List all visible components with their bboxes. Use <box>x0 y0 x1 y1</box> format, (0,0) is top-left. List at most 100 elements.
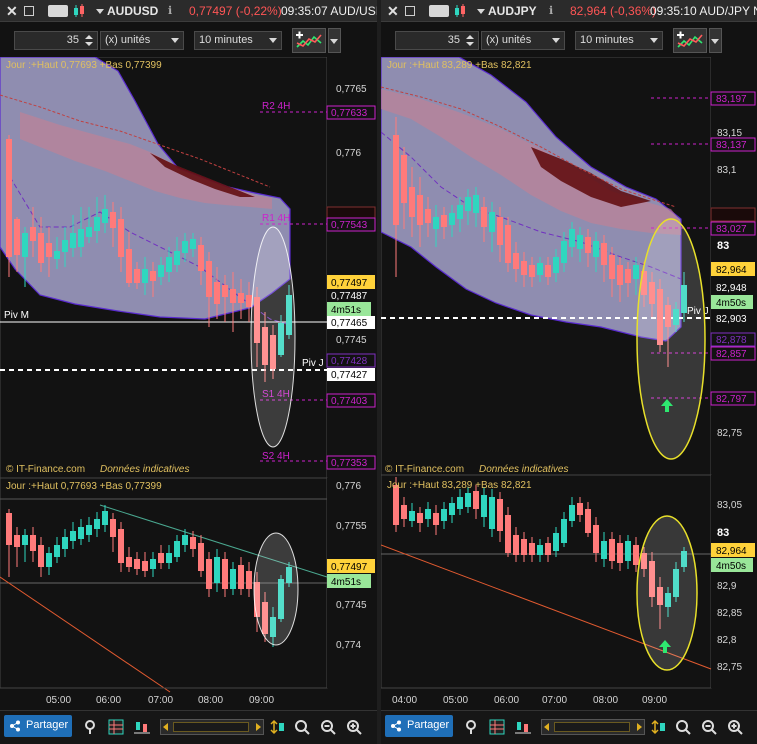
unit-select[interactable]: (x) unités <box>481 31 565 50</box>
watermark-note: Données indicatives <box>100 464 190 475</box>
time-axis[interactable]: 05:00 06:00 07:00 08:00 09:00 <box>46 695 274 706</box>
quantity-stepper[interactable]: 35 <box>395 31 479 50</box>
time-axis[interactable]: 04:00 05:00 06:00 07:00 08:00 09:00 <box>392 695 667 706</box>
svg-text:0,7765: 0,7765 <box>336 84 367 95</box>
share-button[interactable]: Partager <box>4 715 72 737</box>
scroll-thumb[interactable] <box>173 722 249 732</box>
scroll-right-icon[interactable] <box>637 723 642 731</box>
table-icon[interactable] <box>108 719 124 735</box>
zoom-fit-icon[interactable] <box>675 719 691 735</box>
svg-text:05:00: 05:00 <box>443 695 468 706</box>
indicators-button[interactable] <box>292 28 326 53</box>
indicators-dropdown[interactable] <box>328 28 341 53</box>
zoom-out-icon[interactable] <box>320 719 336 735</box>
chart-area[interactable]: Piv J 83,15 83,1 82,75 83 83,197 83,137 … <box>381 57 757 710</box>
pivot-j-text: 0,77427 <box>331 370 368 381</box>
candlestick-icon[interactable] <box>453 3 467 19</box>
maximize-icon[interactable] <box>24 6 34 16</box>
svg-text:0,7755: 0,7755 <box>336 521 367 532</box>
svg-text:06:00: 06:00 <box>494 695 519 706</box>
share-label: Partager <box>407 719 450 731</box>
pivot-j-text: 82,903 <box>716 314 747 325</box>
pivot-tag-r2-text: 0,77633 <box>331 108 368 119</box>
svg-text:08:00: 08:00 <box>198 695 223 706</box>
daily-legend-lower: Jour :+Haut 0,77693 +Bas 0,77399 <box>6 481 162 492</box>
cursor-mode-icon[interactable] <box>82 719 98 735</box>
svg-text:08:00: 08:00 <box>593 695 618 706</box>
chart-window-audjpy: ✕ AUDJPY ℹ 82,964 (-0,36%) 09:35:10 AUD/… <box>381 0 757 744</box>
pivot-label-r1: R1 4H <box>262 213 290 224</box>
spinner-arrows-icon[interactable] <box>464 33 476 48</box>
zoom-out-icon[interactable] <box>701 719 717 735</box>
interval-select[interactable]: 10 minutes <box>575 31 663 50</box>
pivot-label-s2: S2 4H <box>262 451 290 462</box>
keyboard-icon[interactable] <box>429 5 449 17</box>
chevron-down-icon <box>269 38 277 43</box>
last-price-text: 82,964 <box>716 265 747 276</box>
share-label: Partager <box>26 719 69 731</box>
maximize-icon[interactable] <box>405 6 415 16</box>
horizontal-scrollbar[interactable] <box>160 719 264 735</box>
indicators-dropdown[interactable] <box>709 28 722 53</box>
chevron-down-icon <box>552 38 560 43</box>
piv-j-label: Piv J <box>302 358 324 369</box>
share-button[interactable]: Partager <box>385 715 453 737</box>
close-icon[interactable]: ✕ <box>387 3 399 20</box>
table-icon[interactable] <box>489 719 505 735</box>
svg-text:06:00: 06:00 <box>96 695 121 706</box>
last-price-text: 0,77497 <box>331 278 368 289</box>
symbol-label[interactable]: AUDJPY <box>488 4 537 18</box>
svg-text:82,8: 82,8 <box>717 635 737 646</box>
kijun-tag <box>710 207 756 222</box>
quantity-stepper[interactable]: 35 <box>14 31 98 50</box>
keyboard-icon[interactable] <box>48 5 68 17</box>
pivot-tag-5-text: 82,797 <box>716 394 747 405</box>
quote-time: 09:35:10 AUD/JPY N <box>650 4 757 18</box>
fit-vertical-icon[interactable] <box>651 719 667 735</box>
interval-value: 10 minutes <box>580 34 634 46</box>
svg-text:0,776: 0,776 <box>336 148 361 159</box>
chart-settings-icon[interactable] <box>134 719 150 735</box>
window-titlebar: ✕ AUDUSD ℹ 0,77497 (-0,22%) 09:35:07 AUD… <box>0 0 377 22</box>
chevron-down-icon[interactable] <box>96 9 104 14</box>
prev-price-text: 82,948 <box>716 283 747 294</box>
bottom-toolbar: Partager <box>381 710 757 744</box>
scroll-right-icon[interactable] <box>256 723 261 731</box>
price-axis[interactable] <box>327 57 377 478</box>
chevron-down-icon[interactable] <box>477 9 485 14</box>
horizontal-scrollbar[interactable] <box>541 719 645 735</box>
scroll-left-icon[interactable] <box>544 723 549 731</box>
info-icon[interactable]: ℹ <box>168 4 172 17</box>
zoom-in-icon[interactable] <box>727 719 743 735</box>
scroll-left-icon[interactable] <box>163 723 168 731</box>
price-change: 0,77497 (-0,22%) <box>189 4 282 18</box>
symbol-label[interactable]: AUDUSD <box>107 4 158 18</box>
countdown-text-lower: 4m51s <box>331 577 361 588</box>
close-icon[interactable]: ✕ <box>6 3 18 20</box>
unit-select[interactable]: (x) unités <box>100 31 184 50</box>
pivot-tag-s2-text: 0,77353 <box>331 458 368 469</box>
candlestick-icon[interactable] <box>72 3 86 19</box>
svg-text:82,75: 82,75 <box>717 428 742 439</box>
last-price-text-lower: 82,964 <box>716 546 747 557</box>
info-icon[interactable]: ℹ <box>549 4 553 17</box>
fit-vertical-icon[interactable] <box>270 719 286 735</box>
interval-select[interactable]: 10 minutes <box>194 31 282 50</box>
watermark-source: © IT-Finance.com <box>385 464 464 475</box>
bottom-toolbar: Partager <box>0 710 377 744</box>
share-icon <box>10 720 20 732</box>
indicators-icon <box>296 31 322 48</box>
highlight-ellipse <box>636 218 706 460</box>
spinner-arrows-icon[interactable] <box>83 33 95 48</box>
zoom-in-icon[interactable] <box>346 719 362 735</box>
chart-area[interactable]: R2 4H R1 4H S1 4H S2 4H Piv M Piv J 0,77… <box>0 57 377 710</box>
price-tick-big-lower: 83 <box>717 527 729 539</box>
svg-text:05:00: 05:00 <box>46 695 71 706</box>
prev-price-text: 0,77487 <box>331 291 368 302</box>
zoom-fit-icon[interactable] <box>294 719 310 735</box>
svg-text:82,9: 82,9 <box>717 581 737 592</box>
cursor-mode-icon[interactable] <box>463 719 479 735</box>
chart-settings-icon[interactable] <box>515 719 531 735</box>
scroll-thumb[interactable] <box>554 722 630 732</box>
indicators-button[interactable] <box>673 28 707 53</box>
